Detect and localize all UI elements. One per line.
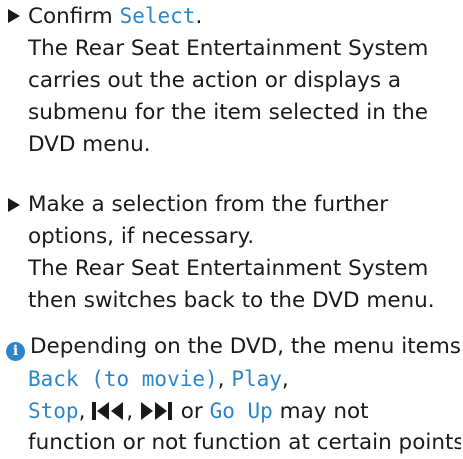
info-note: i Depending on the DVD, the menu items: [6, 331, 463, 363]
info-icon: i [6, 342, 25, 361]
or-word: or [180, 399, 203, 424]
separator [174, 399, 181, 424]
step-make-selection: Make a selection from the further option… [6, 189, 463, 317]
menu-item-back: Back (to movie) [28, 367, 218, 391]
manual-page: Confirm Select. The Rear Seat Entertainm… [0, 0, 463, 459]
menu-item-stop: Stop [28, 399, 79, 423]
step-suffix: . [195, 4, 203, 29]
menu-item-play: Play [231, 367, 282, 391]
step-instruction: Confirm Select. [28, 0, 463, 33]
note-items-line-1: Back (to movie), Play, [28, 363, 289, 396]
menu-item-go-up: Go Up [209, 399, 273, 423]
separator: , [78, 399, 93, 424]
separator: , [217, 367, 232, 392]
note-line-1: i Depending on the DVD, the menu items: [6, 331, 463, 363]
step-result: The Rear Seat Entertainment System then … [28, 256, 435, 313]
note-items-line-2: Stop, , or Go Up may not [28, 395, 369, 431]
note-body-text: function or not function at certain poin… [28, 430, 461, 455]
note-body: function or not function at certain poin… [28, 427, 461, 459]
separator: may not [272, 399, 369, 424]
separator [203, 399, 210, 424]
step-arrow-icon [8, 9, 20, 23]
separator: , [126, 399, 140, 424]
note-intro: Depending on the DVD, the menu items: [30, 334, 463, 359]
step-confirm-select: Confirm Select. The Rear Seat Entertainm… [6, 0, 463, 161]
step-arrow-icon [8, 198, 20, 212]
step-instruction: Make a selection from the further option… [28, 192, 389, 249]
step-prefix: Confirm [28, 4, 120, 29]
select-menu-item: Select [119, 4, 196, 28]
step-result: The Rear Seat Entertainment System carri… [28, 36, 429, 157]
separator: , [281, 367, 289, 392]
